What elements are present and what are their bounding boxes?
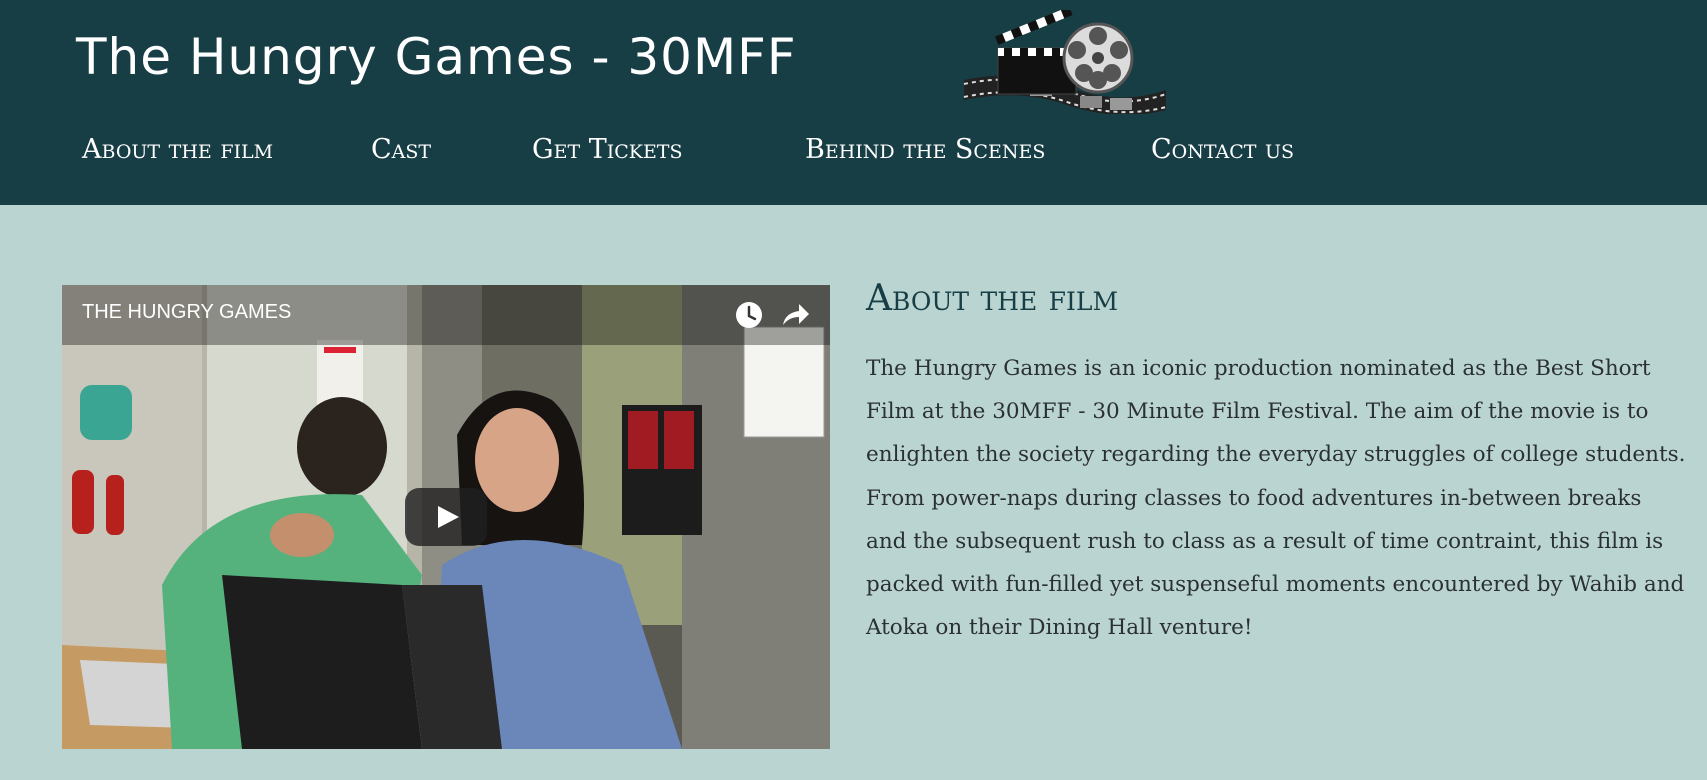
youtube-video-embed[interactable]: THE HUNGRY GAMES <box>62 285 830 749</box>
nav-item-cast[interactable]: Cast <box>371 134 431 165</box>
nav-item-behind-the-scenes[interactable]: Behind the Scenes <box>805 134 1045 165</box>
video-title[interactable]: THE HUNGRY GAMES <box>82 301 291 324</box>
site-header: The Hungry Games - 30MFF About the film … <box>0 0 1707 205</box>
nav-item-get-tickets[interactable]: Get Tickets <box>532 134 683 165</box>
main-nav: About the film Cast Get Tickets Behind t… <box>0 134 1707 174</box>
about-description: The Hungry Games is an iconic production… <box>866 356 1686 641</box>
film-clapperboard-logo <box>963 10 1167 114</box>
clock-icon[interactable] <box>733 299 765 331</box>
nav-item-about-the-film[interactable]: About the film <box>82 134 273 165</box>
about-heading: About the film <box>866 278 1119 319</box>
play-button[interactable] <box>405 488 487 546</box>
site-title[interactable]: The Hungry Games - 30MFF <box>76 28 797 86</box>
share-icon[interactable] <box>779 299 811 331</box>
nav-item-contact-us[interactable]: Contact us <box>1151 134 1294 165</box>
play-icon <box>438 506 459 528</box>
